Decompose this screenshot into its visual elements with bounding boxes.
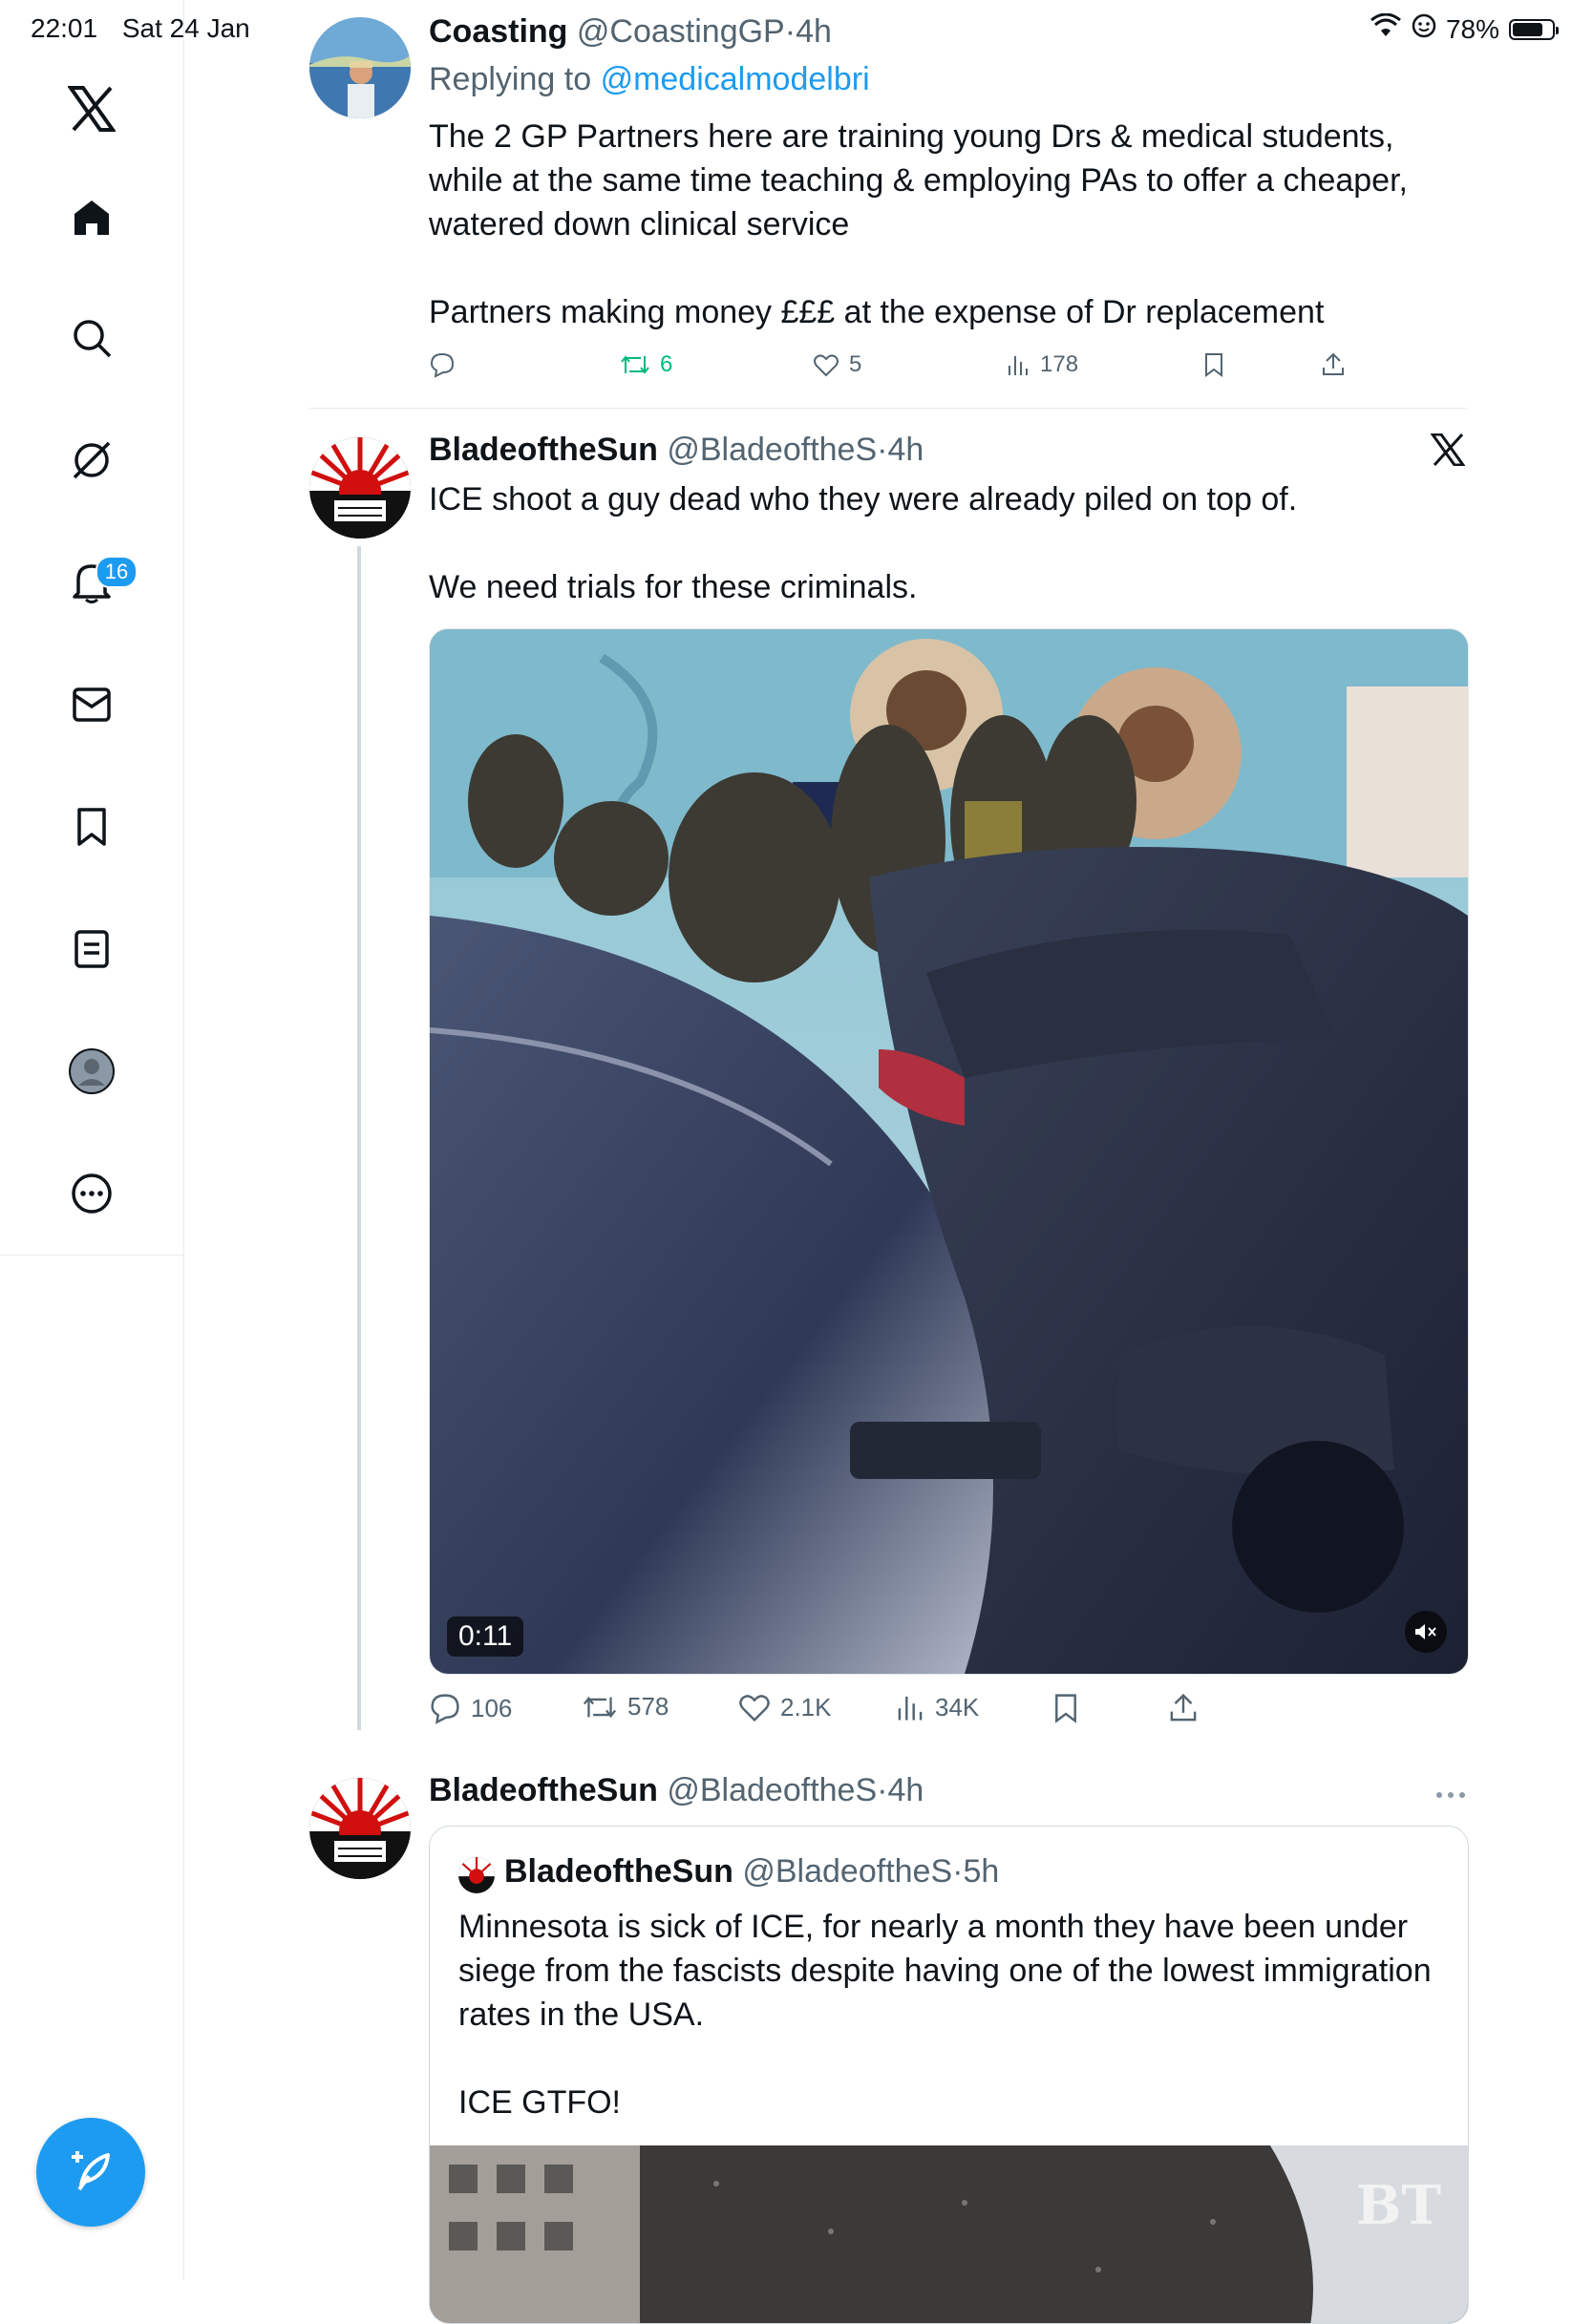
search-icon[interactable] (63, 309, 120, 367)
sidebar-divider (0, 1255, 183, 1256)
tweet-header: BladeoftheSun @BladeoftheS·4h (429, 432, 924, 469)
x-logo-icon[interactable] (63, 80, 120, 137)
video-duration: 0:11 (447, 1616, 524, 1657)
reply-button[interactable]: 106 (429, 1692, 512, 1724)
compose-post-icon (64, 2144, 117, 2202)
tweet-actions: 6 5 178 (429, 351, 1470, 390)
sidebar: 16 (0, 0, 184, 2280)
share-icon (1170, 1693, 1197, 1722)
mute-button[interactable] (1405, 1611, 1447, 1653)
focus-mode-icon (1412, 13, 1436, 45)
author-name[interactable]: Coasting (429, 13, 567, 50)
repost-count: 578 (627, 1692, 669, 1721)
author-name[interactable]: BladeoftheSun (429, 432, 658, 468)
quote-text: Minnesota is sick of ICE, for nearly a m… (458, 1909, 1432, 2121)
repost-button[interactable]: 578 (582, 1692, 669, 1722)
replying-to: Replying to @medicalmodelbri (429, 61, 870, 98)
bookmarks-icon[interactable] (63, 798, 120, 856)
avatar[interactable] (309, 1778, 411, 1879)
views-icon (1009, 356, 1028, 375)
separator-dot: · (877, 1772, 888, 1808)
views-button[interactable]: 178 (1006, 351, 1078, 378)
timestamp[interactable]: 4h (887, 432, 924, 468)
like-button[interactable]: 2.1K (738, 1692, 832, 1722)
crowd-photo (430, 2145, 1468, 2323)
views-icon (898, 1696, 923, 1721)
status-bar-right: 78% (1370, 12, 1559, 45)
reply-icon (431, 1694, 459, 1724)
wifi-icon (1370, 12, 1402, 45)
battery-fill (1513, 22, 1542, 36)
tweet-text: ICE shoot a guy dead who they were alrea… (429, 481, 1298, 605)
bookmark-icon (1205, 353, 1222, 377)
thread-line (357, 546, 361, 1730)
reply-button[interactable] (429, 351, 465, 378)
quote-avatar (458, 1857, 495, 1893)
like-count: 2.1K (780, 1692, 832, 1722)
reply-count: 106 (471, 1693, 513, 1722)
quote-timestamp: 5h (963, 1853, 1000, 1890)
reply-icon (430, 352, 455, 378)
quote-media-watermark: BT (1356, 2174, 1442, 2237)
share-button[interactable] (1321, 351, 1346, 378)
quote-author-handle: @BladeoftheS (742, 1853, 953, 1890)
more-options-icon[interactable] (1434, 1787, 1467, 1805)
notifications-badge: 16 (96, 556, 138, 588)
battery-icon (1509, 18, 1559, 40)
tweet-actions: 106 578 2.1K 34K (429, 1692, 1470, 1730)
quoted-tweet[interactable]: BladeoftheSun @BladeoftheS·5h Minnesota … (429, 1826, 1469, 2324)
video-player[interactable]: 0:11 (429, 628, 1469, 1675)
lists-icon[interactable] (63, 920, 120, 978)
x-brand-icon (1430, 433, 1466, 471)
views-count: 34K (935, 1692, 980, 1722)
timestamp[interactable]: 4h (796, 13, 832, 50)
tweet-header: BladeoftheSun @BladeoftheS·4h (429, 1772, 924, 1809)
share-icon (1323, 352, 1344, 375)
separator-dot: · (952, 1853, 964, 1890)
more-icon[interactable] (63, 1165, 120, 1222)
speaker-muted-icon (1415, 1624, 1436, 1639)
separator-dot: · (877, 432, 888, 468)
home-icon[interactable] (63, 189, 120, 246)
compose-post-button[interactable] (36, 2118, 145, 2227)
quote-author-name: BladeoftheSun (504, 1853, 733, 1890)
like-count: 5 (849, 351, 862, 377)
avatar[interactable] (309, 17, 411, 118)
avatar[interactable] (309, 437, 411, 539)
repost-icon (621, 355, 649, 374)
grok-icon[interactable] (63, 432, 120, 489)
repost-button[interactable]: 6 (620, 351, 672, 378)
timestamp[interactable]: 4h (887, 1772, 924, 1808)
repost-count: 6 (660, 351, 673, 377)
replying-to-label: Replying to (429, 61, 592, 97)
repost-icon (583, 1696, 617, 1718)
messages-icon[interactable] (63, 676, 120, 733)
share-button[interactable] (1168, 1692, 1199, 1724)
tweet-divider (309, 408, 1467, 409)
bookmark-button[interactable] (1202, 351, 1225, 378)
like-button[interactable]: 5 (813, 351, 861, 378)
bookmark-button[interactable] (1051, 1692, 1080, 1724)
profile-icon[interactable] (63, 1043, 120, 1100)
tweet-header: Coasting @CoastingGP·4h (429, 13, 832, 51)
author-handle[interactable]: @BladeoftheS (667, 1772, 877, 1808)
author-handle[interactable]: @CoastingGP (577, 13, 785, 50)
quote-header: BladeoftheSun @BladeoftheS·5h (504, 1853, 999, 1891)
like-icon (814, 354, 839, 377)
video-frame (430, 629, 1468, 1674)
replying-to-handle[interactable]: @medicalmodelbri (601, 61, 870, 97)
tweet-text: The 2 GP Partners here are training youn… (429, 118, 1408, 330)
battery-percent: 78% (1445, 13, 1499, 44)
author-handle[interactable]: @BladeoftheS (667, 432, 877, 468)
separator-dot: · (784, 13, 796, 50)
author-name[interactable]: BladeoftheSun (429, 1772, 658, 1808)
views-button[interactable]: 34K (895, 1692, 979, 1722)
quote-media[interactable]: BT (430, 2145, 1468, 2323)
like-icon (739, 1695, 770, 1722)
bookmark-icon (1055, 1694, 1076, 1723)
views-count: 178 (1040, 351, 1079, 377)
